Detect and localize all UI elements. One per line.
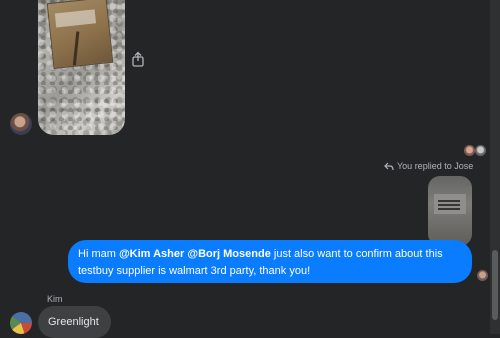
- received-message-bubble[interactable]: Greenlight: [38, 306, 111, 338]
- avatar-jose[interactable]: [10, 113, 32, 135]
- sender-name: Kim: [47, 294, 63, 304]
- avatar-kim[interactable]: [10, 312, 32, 334]
- read-receipt-avatar: [475, 145, 486, 156]
- replied-photo-preview[interactable]: [428, 176, 472, 246]
- reply-arrow-icon: [384, 162, 394, 170]
- scrollbar-thumb[interactable]: [492, 250, 498, 320]
- photo-damaged-box: [46, 0, 114, 69]
- sent-message-line-2: testbuy supplier is walmart 3rd party, t…: [78, 265, 311, 277]
- share-icon[interactable]: [131, 51, 145, 67]
- seen-avatar: [477, 270, 488, 281]
- read-receipt-avatar: [464, 145, 475, 156]
- received-photo-attachment[interactable]: [38, 0, 125, 135]
- sent-message-bubble[interactable]: Hi mam @Kim Asher @Borj Mosende just als…: [68, 240, 472, 283]
- replied-to-label: You replied to Jose: [384, 161, 473, 171]
- message-text: Hi mam: [78, 248, 119, 260]
- chat-scrollbar[interactable]: [490, 0, 500, 334]
- mention-kim-asher[interactable]: @Kim Asher: [119, 248, 184, 260]
- replied-to-text: You replied to Jose: [397, 161, 474, 171]
- mention-borj-mosende[interactable]: @Borj Mosende: [187, 248, 270, 260]
- message-text: just also want to confirm about this: [270, 248, 443, 260]
- sent-message-line-1: Hi mam @Kim Asher @Borj Mosende just als…: [78, 246, 458, 263]
